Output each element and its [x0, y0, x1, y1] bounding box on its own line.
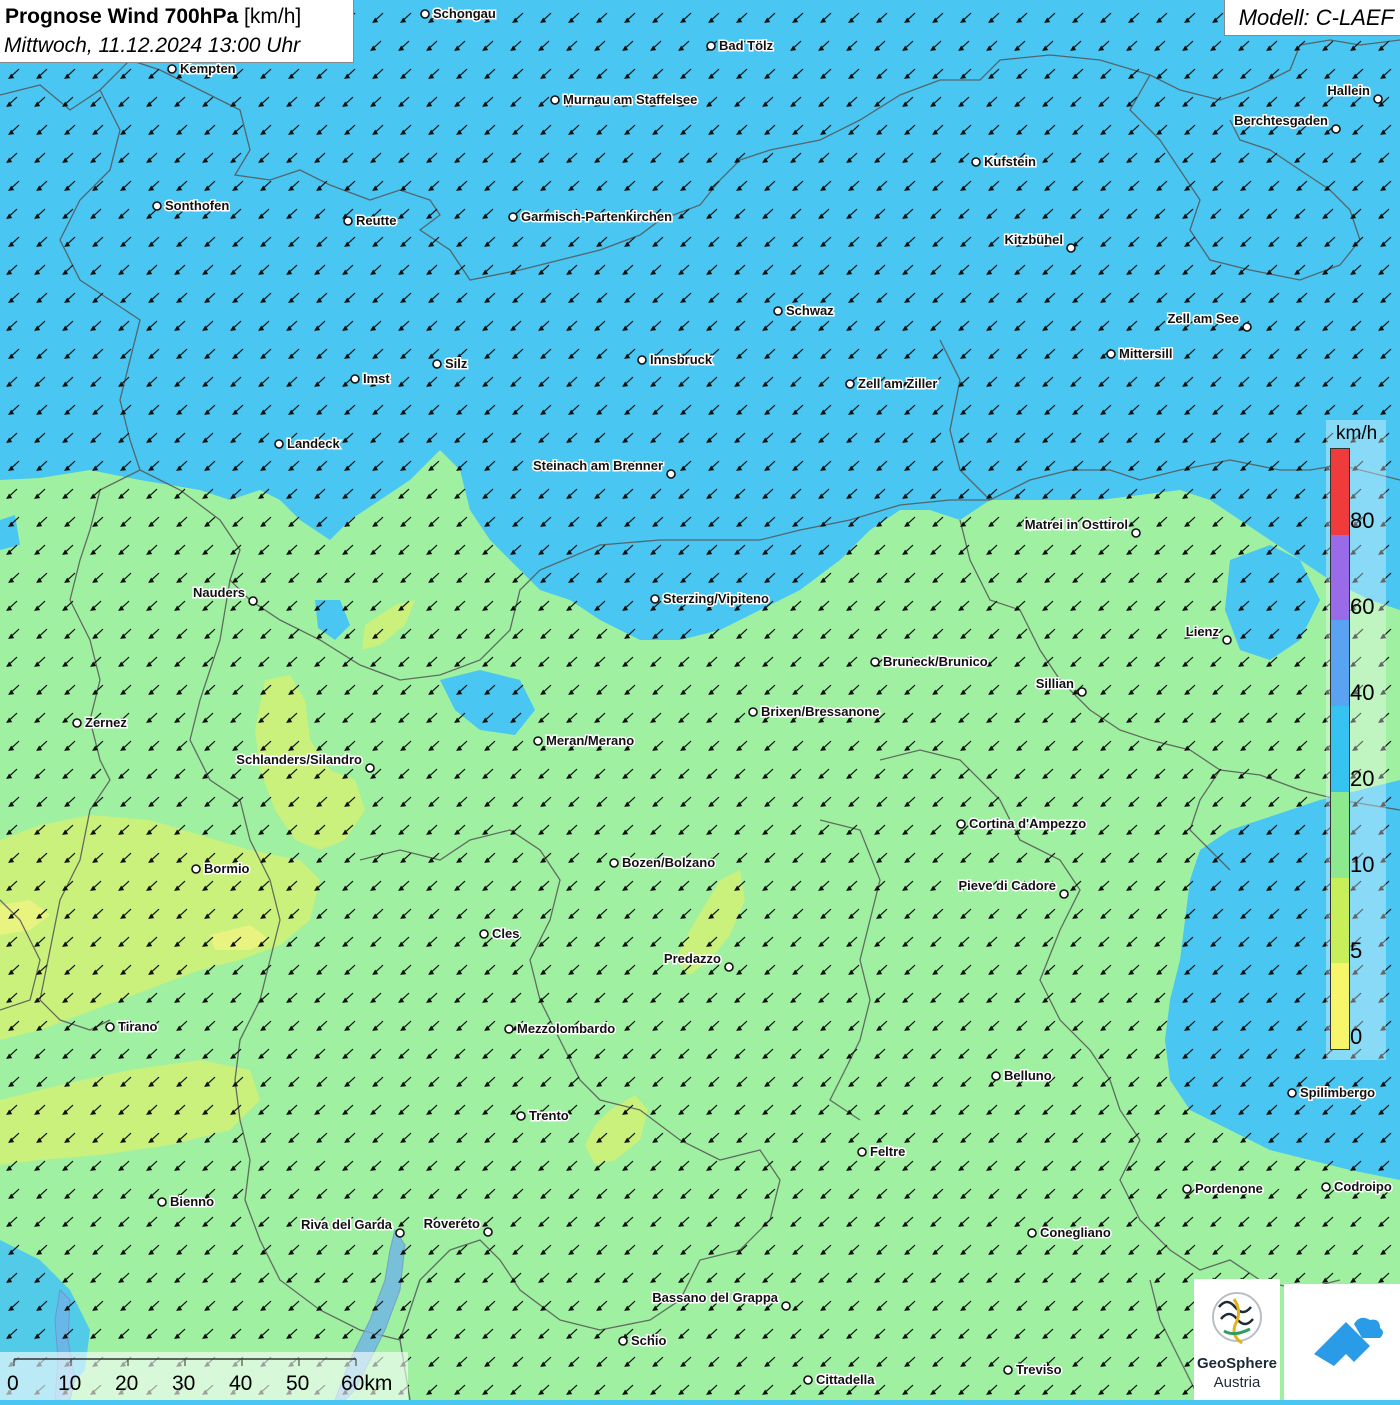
wind-map: SchongauBad TölzKemptenMurnau am Staffel… [0, 0, 1400, 1400]
